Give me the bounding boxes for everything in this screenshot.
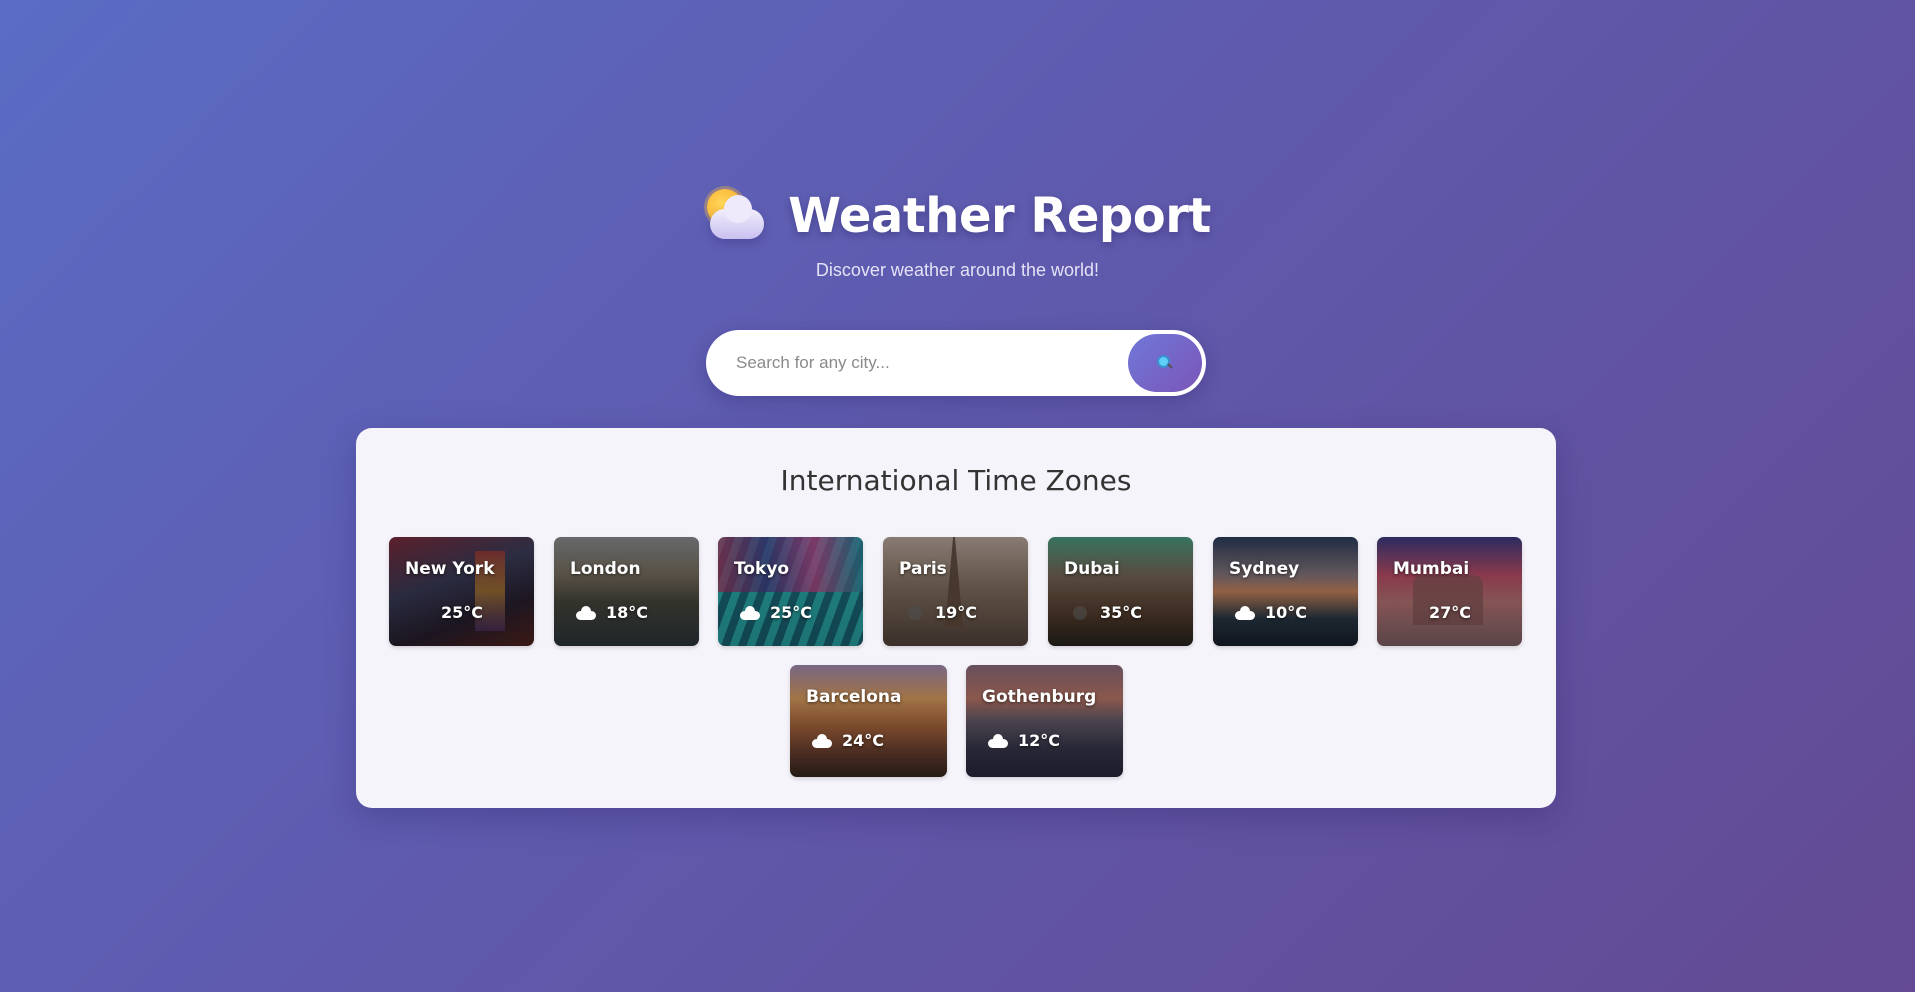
card-overlay [883,537,1028,646]
card-overlay [966,665,1123,777]
cloud-icon [812,733,832,748]
city-name: New York [405,559,495,579]
city-name: Tokyo [734,559,790,579]
search-input[interactable] [734,352,1118,374]
city-card-sydney[interactable]: Sydney 10°C [1213,537,1358,646]
city-name: Mumbai [1393,559,1470,579]
city-temp: 27°C [1429,603,1472,622]
city-name: Paris [899,559,947,579]
city-name: London [570,559,641,579]
cloud-icon [576,605,596,620]
city-weather: 25°C [740,603,812,622]
clear-icon [1070,605,1090,620]
city-weather: 18°C [576,603,648,622]
city-card-barcelona[interactable]: Barcelona 24°C [790,665,947,777]
card-overlay [790,665,947,777]
city-temp: 25°C [770,603,813,622]
page-subtitle: Discover weather around the world! [815,260,1100,280]
cloud-icon [988,733,1008,748]
sun-behind-cloud-icon [704,187,766,245]
clear-icon [905,605,925,620]
city-card-gothenburg[interactable]: Gothenburg 12°C [966,665,1123,777]
city-temp: 25°C [441,603,484,622]
city-card-mumbai[interactable]: Mumbai 27°C [1377,537,1522,646]
card-overlay [1377,537,1522,646]
card-overlay [718,537,863,646]
city-weather: 10°C [1235,603,1307,622]
city-name: Dubai [1064,559,1120,579]
magnifier-icon [1157,355,1173,371]
city-name: Sydney [1229,559,1300,579]
city-name: Gothenburg [982,687,1097,707]
city-card-london[interactable]: London 18°C [554,537,699,646]
city-temp: 12°C [1018,731,1061,750]
cloud-shape [710,195,765,239]
time-zones-panel: International Time Zones New York 25°C L… [356,428,1556,808]
city-card-tokyo[interactable]: Tokyo 25°C [718,537,863,646]
city-temp: 24°C [842,731,885,750]
city-temp: 19°C [935,603,978,622]
title-row: Weather Report [0,180,1915,252]
city-weather: 19°C [905,603,977,622]
weather-icon [411,606,431,620]
weather-icon [1399,606,1419,620]
card-overlay [389,537,534,646]
header: Weather Report Discover weather around t… [0,180,1915,281]
city-card-new-york[interactable]: New York 25°C [389,537,534,646]
search-bar [706,330,1206,396]
page-title: Weather Report [788,188,1211,244]
city-card-dubai[interactable]: Dubai 35°C [1048,537,1193,646]
city-card-paris[interactable]: Paris 19°C [883,537,1028,646]
city-weather: 35°C [1070,603,1142,622]
city-temp: 10°C [1265,603,1308,622]
city-weather: 27°C [1399,603,1471,622]
city-weather: 25°C [411,603,483,622]
city-temp: 35°C [1100,603,1143,622]
cloud-icon [740,605,760,620]
city-weather: 24°C [812,731,884,750]
card-overlay [1048,537,1193,646]
search-button[interactable] [1128,334,1202,392]
city-name: Barcelona [806,687,902,707]
cloud-icon [1235,605,1255,620]
city-temp: 18°C [606,603,649,622]
panel-title: International Time Zones [780,464,1132,497]
city-weather: 12°C [988,731,1060,750]
card-overlay [554,537,699,646]
card-overlay [1213,537,1358,646]
